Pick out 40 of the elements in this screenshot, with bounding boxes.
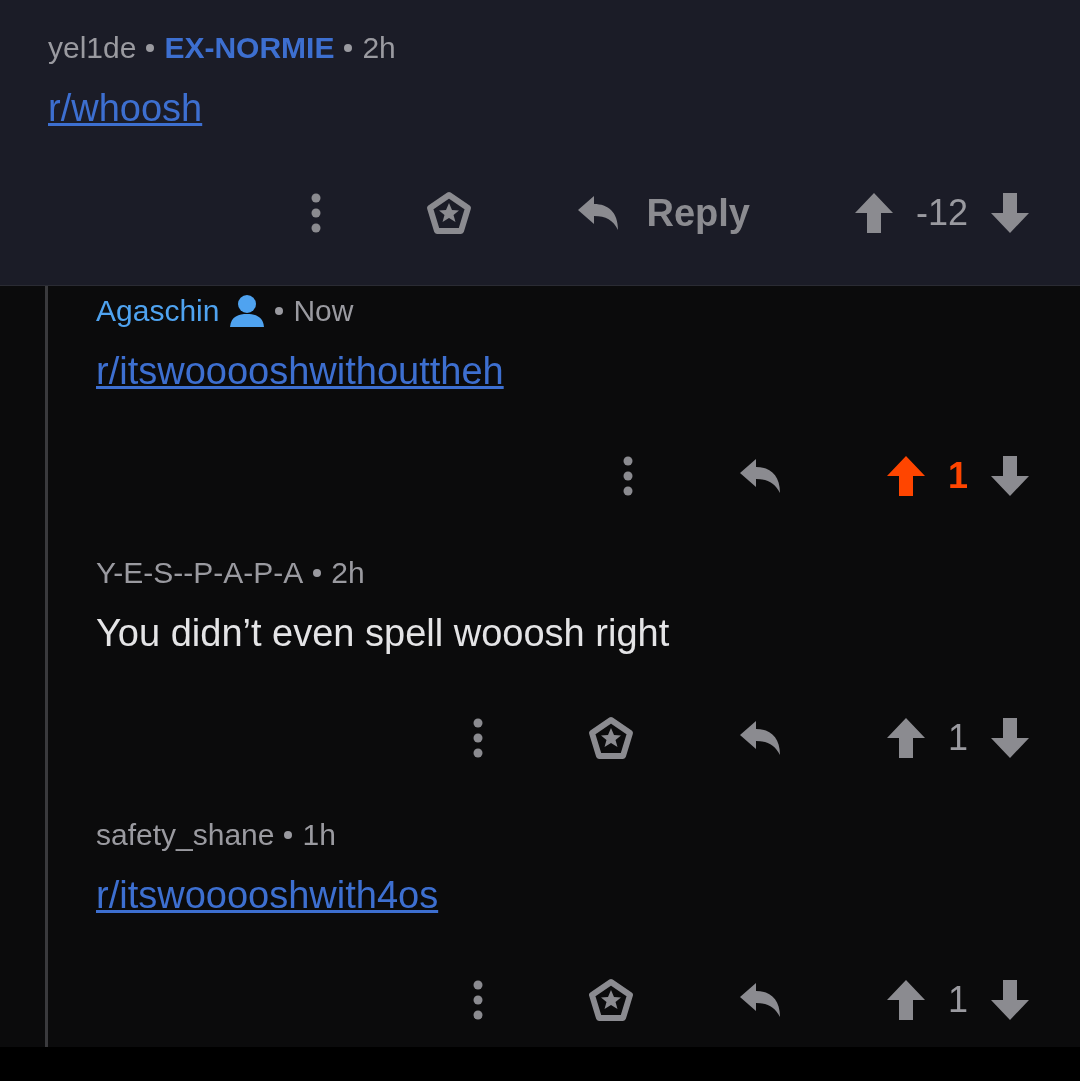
subreddit-link[interactable]: r/itswooooshwith4os: [96, 874, 439, 916]
downvote-icon[interactable]: [990, 192, 1030, 234]
timestamp: Now: [293, 294, 354, 328]
username[interactable]: Y-E-S--P-A-P-A: [96, 556, 304, 590]
user-flair: EX-NORMIE: [164, 31, 335, 65]
vote-score: -12: [915, 192, 968, 234]
separator-dot-icon: [344, 44, 353, 52]
upvote-icon[interactable]: [853, 192, 894, 234]
award-icon[interactable]: [587, 978, 634, 1022]
more-icon[interactable]: [310, 193, 323, 233]
more-icon[interactable]: [471, 980, 484, 1020]
award-icon[interactable]: [587, 716, 634, 760]
more-icon[interactable]: [621, 456, 634, 496]
username[interactable]: Agaschin: [96, 294, 220, 328]
subreddit-link[interactable]: r/whoosh: [48, 87, 203, 129]
separator-dot-icon: [146, 44, 155, 52]
upvote-icon[interactable]: [885, 979, 926, 1021]
upvote-icon[interactable]: [885, 455, 926, 497]
timestamp: 1h: [302, 818, 336, 852]
comment-text: You didn’t even spell wooosh right: [96, 612, 670, 654]
downvote-icon[interactable]: [990, 979, 1030, 1021]
username[interactable]: safety_shane: [96, 818, 275, 852]
subreddit-link[interactable]: r/itswooooshwithouttheh: [96, 350, 504, 392]
vote-score: 1: [947, 455, 968, 497]
user-icon: [229, 294, 266, 328]
reply-icon: [576, 194, 621, 232]
separator-dot-icon: [313, 569, 322, 577]
more-icon[interactable]: [471, 718, 484, 758]
vote-score: 1: [947, 979, 968, 1021]
downvote-icon[interactable]: [990, 455, 1030, 497]
timestamp: 2h: [362, 31, 396, 65]
vote-score: 1: [947, 717, 968, 759]
separator-dot-icon: [284, 831, 293, 839]
timestamp: 2h: [331, 556, 365, 590]
upvote-icon[interactable]: [885, 717, 926, 759]
award-icon[interactable]: [426, 191, 473, 235]
username[interactable]: yel1de: [48, 31, 137, 65]
reply-button[interactable]: Reply: [576, 191, 750, 235]
downvote-icon[interactable]: [990, 717, 1030, 759]
separator-dot-icon: [275, 307, 284, 315]
